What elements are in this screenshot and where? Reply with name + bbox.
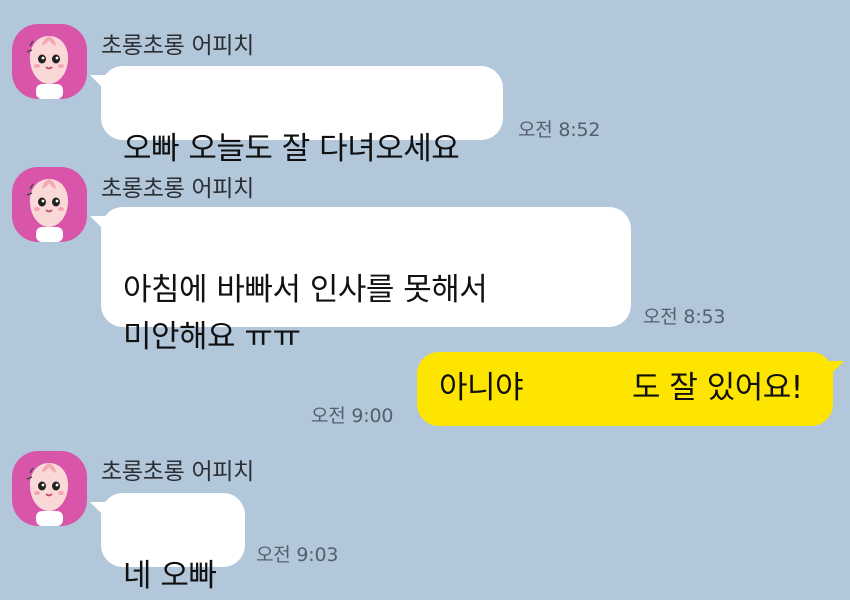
avatar[interactable] [12, 451, 87, 526]
message-bubble[interactable]: 아니야 도 잘 있어요! [417, 352, 844, 426]
message-bubble[interactable]: 아침에 바빠서 인사를 못해서 미안해요 ㅠㅠ [90, 207, 631, 355]
sender-name: 초롱초롱 어피치 [101, 176, 255, 202]
message-text: 네 오빠 [123, 558, 217, 594]
sender-name: 초롱초롱 어피치 [101, 459, 255, 485]
message-text: 아침에 바빠서 인사를 못해서 미안해요 ㅠㅠ [123, 272, 488, 355]
apeach-character-icon [26, 179, 69, 242]
message-bubble[interactable]: 네 오빠 [90, 493, 245, 594]
message-time: 오전 9:03 [256, 544, 339, 566]
message-time: 오전 8:53 [643, 306, 726, 328]
message-text-part: 아니야 [439, 370, 524, 406]
message-bubble[interactable]: 오빠 오늘도 잘 다녀오세요 [90, 66, 503, 167]
avatar[interactable] [12, 24, 87, 99]
apeach-character-icon [26, 36, 69, 99]
message-time: 오전 9:00 [311, 405, 394, 427]
message-text-part: 도 잘 있어요! [632, 370, 803, 406]
message-time: 오전 8:52 [518, 119, 601, 141]
avatar[interactable] [12, 167, 87, 242]
message-text: 오빠 오늘도 잘 다녀오세요 [123, 131, 460, 167]
apeach-character-icon [26, 463, 69, 526]
sender-name: 초롱초롱 어피치 [101, 33, 255, 59]
